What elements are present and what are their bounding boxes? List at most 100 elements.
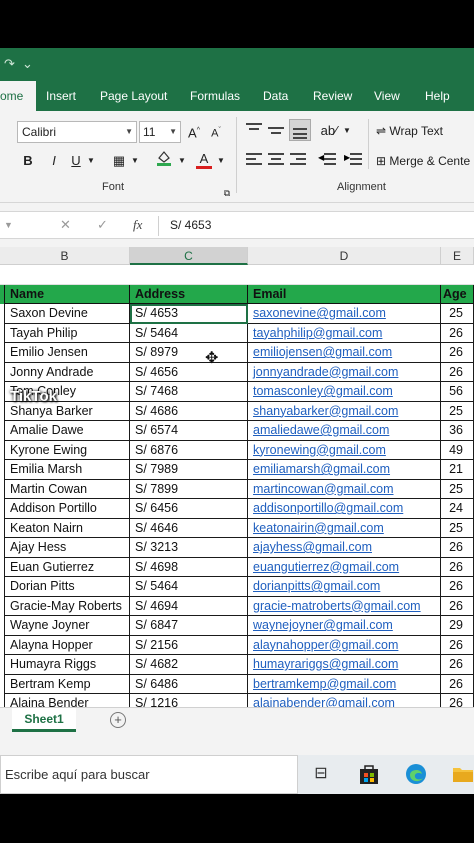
cell-age[interactable]: 21 (441, 460, 474, 480)
cell-email[interactable]: dorianpitts@gmail.com (248, 577, 441, 597)
add-sheet-button[interactable]: + (110, 712, 126, 728)
cell-age[interactable]: 26 (441, 343, 474, 363)
cell-age[interactable]: 25 (441, 479, 474, 499)
store-icon[interactable] (358, 763, 380, 785)
name-box-dropdown-icon[interactable]: ▼ (4, 220, 13, 230)
cell-address[interactable]: S/ 4694 (130, 596, 248, 616)
cell-age[interactable]: 26 (441, 635, 474, 655)
chevron-down-icon[interactable]: ▼ (130, 151, 140, 171)
decrease-indent-icon[interactable]: ◀ (318, 153, 336, 167)
cell-name[interactable]: Kyrone Ewing (4, 440, 130, 460)
cell-address[interactable]: S/ 6574 (130, 421, 248, 441)
column-header-d[interactable]: D (248, 247, 441, 265)
font-name-select[interactable]: Calibri ▼ (17, 121, 137, 143)
cell-age[interactable]: 25 (441, 401, 474, 421)
cell-address[interactable]: S/ 8979 (130, 343, 248, 363)
cell-name[interactable]: Alayna Hopper (4, 635, 130, 655)
cell-email[interactable]: martincowan@gmail.com (248, 479, 441, 499)
bold-button[interactable]: B (20, 151, 36, 171)
task-view-icon[interactable]: ⊟ (310, 763, 332, 785)
enter-icon[interactable]: ✓ (97, 217, 108, 233)
top-align-icon[interactable] (246, 123, 262, 137)
cell-email[interactable]: humayrariggs@gmail.com (248, 655, 441, 675)
cell-age[interactable]: 24 (441, 499, 474, 519)
cell-name[interactable]: Saxon Devine (4, 304, 130, 324)
empty-row[interactable] (0, 265, 474, 285)
cell-email[interactable]: emiliojensen@gmail.com (248, 343, 441, 363)
cell-address[interactable]: S/ 4682 (130, 655, 248, 675)
cell-name[interactable]: Jonny Andrade (4, 362, 130, 382)
cancel-icon[interactable]: ✕ (60, 217, 71, 233)
cell-name[interactable]: Gracie-May Roberts (4, 596, 130, 616)
cell-email[interactable]: ajayhess@gmail.com (248, 538, 441, 558)
tab-data[interactable]: Data (263, 81, 288, 111)
cell-address[interactable]: S/ 6486 (130, 674, 248, 694)
cell-email[interactable]: amaliedawe@gmail.com (248, 421, 441, 441)
sheet-tab-sheet1[interactable]: Sheet1 (12, 708, 76, 732)
underline-button[interactable]: U (68, 151, 84, 171)
middle-align-icon[interactable] (268, 123, 284, 137)
cell-name[interactable]: Addison Portillo (4, 499, 130, 519)
italic-button[interactable]: I (46, 151, 62, 171)
cell-address[interactable]: S/ 5464 (130, 323, 248, 343)
cell-email[interactable]: alaynahopper@gmail.com (248, 635, 441, 655)
cell-address[interactable]: S/ 7989 (130, 460, 248, 480)
cell-age[interactable]: 25 (441, 518, 474, 538)
cell-age[interactable]: 25 (441, 304, 474, 324)
cell-age[interactable]: 26 (441, 655, 474, 675)
cell-name[interactable]: Amalie Dawe (4, 421, 130, 441)
cell-address[interactable]: S/ 4646 (130, 518, 248, 538)
chevron-down-icon[interactable]: ▼ (342, 121, 352, 141)
cell-age[interactable]: 26 (441, 538, 474, 558)
tab-help[interactable]: Help (425, 81, 450, 111)
cell-email[interactable]: emiliamarsh@gmail.com (248, 460, 441, 480)
cell-address[interactable]: S/ 4653 (130, 304, 248, 324)
chevron-down-icon[interactable]: ▼ (86, 151, 96, 171)
file-explorer-icon[interactable] (452, 763, 474, 785)
tab-review[interactable]: Review (313, 81, 352, 111)
cell-name[interactable]: Keaton Nairn (4, 518, 130, 538)
tab-home[interactable]: ome (0, 81, 36, 111)
tab-view[interactable]: View (374, 81, 400, 111)
shrink-font-button[interactable]: Aˇ (208, 121, 224, 141)
customize-toolbar-icon[interactable]: ⌄ (22, 56, 33, 72)
cell-email[interactable]: addisonportillo@gmail.com (248, 499, 441, 519)
cell-email[interactable]: euangutierrez@gmail.com (248, 557, 441, 577)
tab-formulas[interactable]: Formulas (190, 81, 240, 111)
cell-address[interactable]: S/ 4698 (130, 557, 248, 577)
cell-age[interactable]: 26 (441, 577, 474, 597)
cell-email[interactable]: keatonairin@gmail.com (248, 518, 441, 538)
cell-age[interactable]: 26 (441, 362, 474, 382)
cell-age[interactable]: 56 (441, 382, 474, 402)
cell-name[interactable]: Bertram Kemp (4, 674, 130, 694)
cell-address[interactable]: S/ 6876 (130, 440, 248, 460)
header-name[interactable]: Name (4, 285, 130, 304)
cell-name[interactable]: Emilia Marsh (4, 460, 130, 480)
cell-email[interactable]: waynejoyner@gmail.com (248, 616, 441, 636)
insert-function-icon[interactable]: fx (133, 217, 142, 233)
cell-email[interactable]: saxonevine@gmail.com (248, 304, 441, 324)
font-color-button[interactable]: A (196, 149, 212, 169)
column-header-e[interactable]: E (441, 247, 474, 265)
cell-email[interactable]: bertramkemp@gmail.com (248, 674, 441, 694)
tab-insert[interactable]: Insert (46, 81, 76, 111)
align-center-icon[interactable] (268, 153, 284, 167)
cell-address[interactable]: S/ 7468 (130, 382, 248, 402)
cell-name[interactable]: Martin Cowan (4, 479, 130, 499)
edge-icon[interactable] (405, 763, 427, 785)
header-address[interactable]: Address (130, 285, 248, 304)
cell-name[interactable]: Wayne Joyner (4, 616, 130, 636)
cell-address[interactable]: S/ 3213 (130, 538, 248, 558)
cell-address[interactable]: S/ 4686 (130, 401, 248, 421)
cell-address[interactable]: S/ 7899 (130, 479, 248, 499)
cell-email[interactable]: tayahphilip@gmail.com (248, 323, 441, 343)
cell-age[interactable]: 26 (441, 323, 474, 343)
chevron-down-icon[interactable]: ▼ (216, 151, 226, 171)
tab-page-layout[interactable]: Page Layout (100, 81, 167, 111)
cell-address[interactable]: S/ 5464 (130, 577, 248, 597)
cell-email[interactable]: shanyabarker@gmail.com (248, 401, 441, 421)
cell-email[interactable]: tomasconley@gmail.com (248, 382, 441, 402)
header-email[interactable]: Email (248, 285, 441, 304)
cell-age[interactable]: 29 (441, 616, 474, 636)
cell-email[interactable]: kyronewing@gmail.com (248, 440, 441, 460)
